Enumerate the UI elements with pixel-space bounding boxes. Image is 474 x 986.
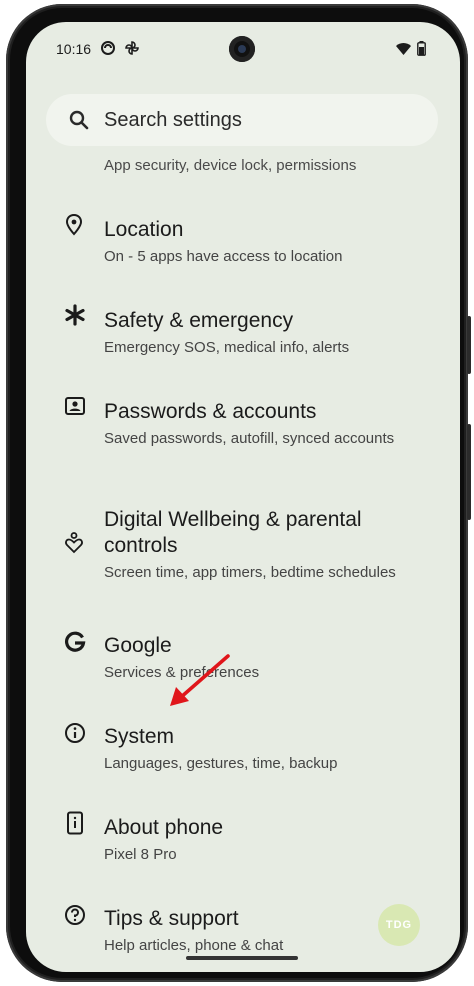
help-icon (65, 905, 85, 925)
google-g-icon (65, 631, 86, 652)
setting-title: Safety & emergency (104, 309, 294, 332)
search-placeholder: Search settings (104, 109, 242, 131)
setting-subtitle: On - 5 apps have access to location (104, 248, 343, 265)
setting-title: Passwords & accounts (104, 400, 317, 423)
volume-button (467, 424, 471, 520)
setting-title: System (104, 725, 175, 748)
screen: 10:16 Search settings App security, devi… (26, 22, 460, 972)
setting-title: Tips & support (104, 907, 239, 930)
account-box-icon (65, 397, 85, 415)
info-icon (65, 723, 85, 743)
setting-subtitle: Languages, gestures, time, backup (104, 755, 338, 772)
security-subtitle-partial: App security, device lock, permissions (104, 157, 357, 174)
setting-system[interactable]: System Languages, gestures, time, backup (26, 704, 460, 788)
phone-frame: 10:16 Search settings App security, devi… (6, 4, 471, 982)
search-bar[interactable]: Search settings (46, 94, 438, 146)
annotation-arrow-icon (170, 654, 230, 706)
setting-title: About phone (104, 816, 224, 839)
status-time: 10:16 (56, 41, 92, 57)
setting-location[interactable]: Location On - 5 apps have access to loca… (26, 197, 460, 281)
asterisk-icon (65, 304, 85, 326)
setting-about-phone[interactable]: About phone Pixel 8 Pro (26, 795, 460, 879)
setting-passwords-accounts[interactable]: Passwords & accounts Saved passwords, au… (26, 379, 460, 463)
setting-title: Google (104, 634, 172, 657)
setting-subtitle: Pixel 8 Pro (104, 846, 177, 863)
watermark-logo: TDG (378, 904, 420, 946)
search-icon (69, 110, 89, 130)
setting-title: Location (104, 218, 184, 241)
home-indicator[interactable] (186, 956, 298, 960)
pinwheel-icon (125, 41, 139, 55)
setting-subtitle: Saved passwords, autofill, synced accoun… (104, 430, 395, 447)
wifi-icon (396, 43, 411, 55)
battery-icon (417, 41, 426, 56)
setting-subtitle: Help articles, phone & chat (104, 937, 284, 954)
location-pin-icon (65, 213, 83, 236)
setting-title: Digital Wellbeing & parental controls (104, 508, 362, 557)
phone-info-icon (67, 811, 83, 835)
front-camera (229, 36, 255, 62)
setting-google[interactable]: Google Services & preferences (26, 613, 460, 697)
data-saver-icon (101, 41, 115, 55)
power-button (467, 316, 471, 374)
status-bar: 10:16 (26, 22, 460, 72)
setting-digital-wellbeing[interactable]: Digital Wellbeing & parental controls Sc… (26, 470, 460, 582)
setting-subtitle: Emergency SOS, medical info, alerts (104, 339, 350, 356)
setting-safety-emergency[interactable]: Safety & emergency Emergency SOS, medica… (26, 288, 460, 372)
wellbeing-icon (65, 532, 83, 554)
setting-subtitle: Screen time, app timers, bedtime schedul… (104, 564, 396, 581)
